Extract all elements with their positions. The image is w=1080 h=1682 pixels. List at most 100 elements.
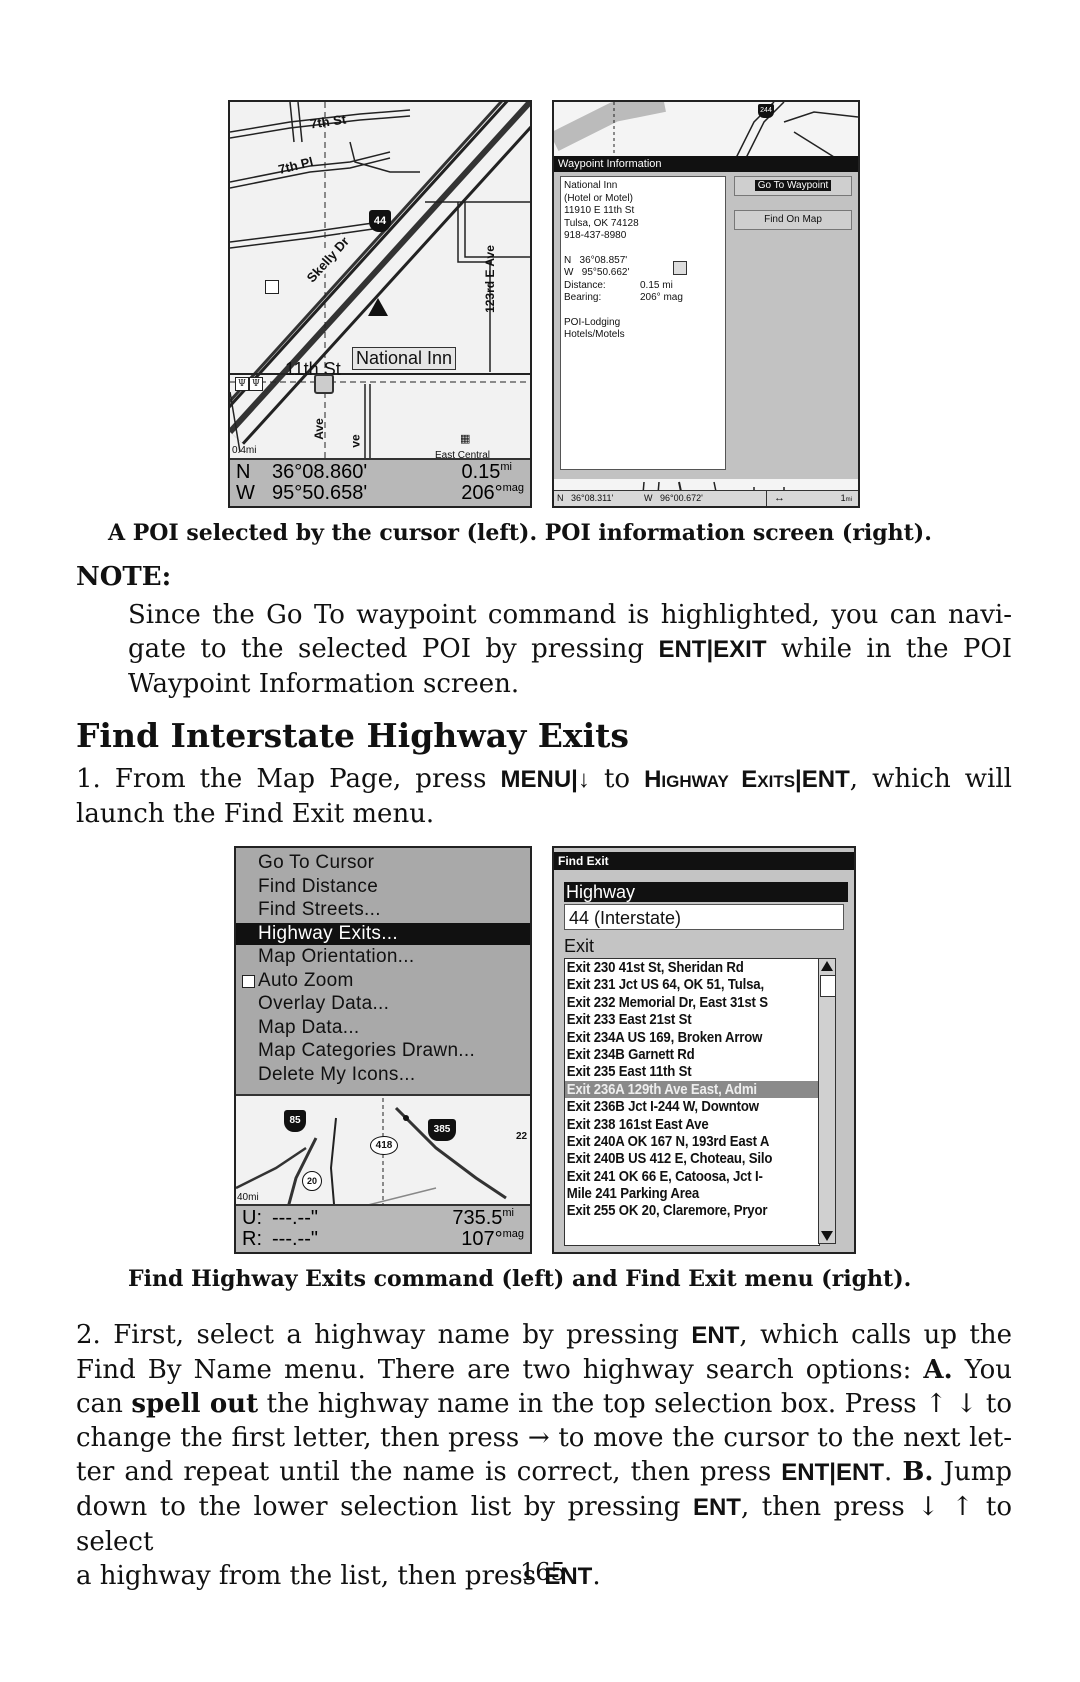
state-route-shield-icon: 418 bbox=[370, 1136, 398, 1155]
step2-text-part: 2. First, select a highway name by press… bbox=[76, 1320, 692, 1350]
scroll-down-icon[interactable] bbox=[821, 1231, 833, 1241]
key-menu-down: MENU|↓ bbox=[500, 766, 590, 793]
exit-list-item[interactable]: Exit 238 161st East Ave bbox=[565, 1116, 819, 1133]
key-ent: ENT bbox=[692, 1494, 741, 1521]
cursor-readout: U: ---.--" 735.5mi R: ---.--" 107°mag bbox=[236, 1204, 530, 1252]
interstate-shield-icon: 385 bbox=[428, 1119, 456, 1141]
menu-label: Find Streets... bbox=[258, 899, 381, 920]
shield-number: 385 bbox=[433, 1124, 451, 1135]
exit-list-item[interactable]: Exit 231 Jct US 64, OK 51, Tulsa, bbox=[565, 976, 819, 993]
step2-line-5: ter and repeat until the name is correct… bbox=[76, 1455, 1012, 1490]
street-label-ave: Ave bbox=[311, 418, 326, 440]
map-page-menu: Go To Cursor Find Distance Find Streets.… bbox=[236, 848, 530, 1096]
step2-line-6: down to the lower selection list by pres… bbox=[76, 1490, 1012, 1559]
bearing-readout: 107°mag bbox=[461, 1228, 524, 1251]
menu-item-auto-zoom[interactable]: Auto Zoom bbox=[236, 970, 530, 992]
dialog-panel: Waypoint Information National Inn (Hotel… bbox=[554, 156, 858, 479]
exit-list-item[interactable]: Exit 230 41st St, Sheridan Rd bbox=[565, 959, 819, 976]
option-b-label: B. bbox=[902, 1457, 934, 1487]
step2-text-part: Find By Name menu. There are two highway… bbox=[76, 1355, 924, 1385]
exit-list-item[interactable]: Exit 255 OK 20, Claremore, Pryor bbox=[565, 1202, 819, 1219]
menu-item-map-orientation[interactable]: Map Orientation... bbox=[236, 946, 530, 968]
menu-label: Overlay Data... bbox=[258, 993, 390, 1014]
auto-zoom-checkbox[interactable] bbox=[242, 974, 255, 988]
exit-list[interactable]: Exit 230 41st St, Sheridan Rd Exit 231 Jc… bbox=[564, 958, 820, 1246]
menu-item-highway-exits[interactable]: Highway Exits... bbox=[236, 922, 530, 945]
exit-list-item[interactable]: Exit 233 East 21st St bbox=[565, 1011, 819, 1028]
note-line-3: Waypoint Information screen. bbox=[128, 669, 520, 699]
menu-item-map-data[interactable]: Map Data... bbox=[236, 1017, 530, 1039]
menu-item-map-categories-drawn[interactable]: Map Categories Drawn... bbox=[236, 1040, 530, 1062]
restaurant-icon: Ψ bbox=[235, 377, 249, 391]
go-to-waypoint-button[interactable]: Go To Waypoint bbox=[734, 176, 852, 196]
exit-list-item[interactable]: Mile 241 Parking Area bbox=[565, 1185, 819, 1202]
page-number: 165 bbox=[520, 1558, 566, 1586]
status-longitude: W 96°00.672' bbox=[644, 493, 703, 503]
step2-text-part: a highway from the list, then press bbox=[76, 1561, 545, 1591]
distance-readout: 0.15mi bbox=[461, 461, 512, 484]
scrollbar-thumb[interactable] bbox=[820, 975, 836, 997]
exit-list-item[interactable]: Exit 236B Jct I-244 W, Downtow bbox=[565, 1098, 819, 1115]
step2-line-3: can spell out the highway name in the to… bbox=[76, 1387, 1012, 1421]
poi-name: National Inn bbox=[564, 180, 618, 191]
key-highway-exits-ent: Highway Exits|ENT bbox=[644, 766, 850, 793]
exit-list-item[interactable]: Exit 235 East 11th St bbox=[565, 1063, 819, 1080]
find-exit-title: Find Exit bbox=[554, 852, 854, 870]
lodging-cursor-icon[interactable] bbox=[314, 374, 334, 394]
lat-prefix: N bbox=[236, 461, 251, 483]
waypoint-info-screen: 244 Waypoint Information National Inn (H… bbox=[552, 100, 860, 508]
highway-input[interactable]: 44 (Interstate) bbox=[564, 904, 844, 930]
bearing-readout: 206°mag bbox=[461, 482, 524, 505]
key-ent-exit: ENT|EXIT bbox=[658, 636, 767, 663]
save-disk-icon[interactable] bbox=[673, 261, 687, 275]
step2-text-part: . bbox=[592, 1561, 601, 1591]
menu-item-delete-my-icons[interactable]: Delete My Icons... bbox=[236, 1064, 530, 1086]
step2-text-part: down to the lower selection list by pres… bbox=[76, 1492, 693, 1522]
state-route-shield-icon: 22 bbox=[516, 1131, 527, 1142]
bearing-unit: mag bbox=[502, 1228, 524, 1240]
waypoint-square-icon bbox=[265, 280, 279, 294]
scroll-up-icon[interactable] bbox=[821, 961, 833, 971]
exit-list-item[interactable]: Exit 234B Garnett Rd bbox=[565, 1046, 819, 1063]
section-heading: Find Interstate Highway Exits bbox=[76, 716, 629, 755]
step2-text-part: can bbox=[76, 1389, 132, 1419]
exit-list-item[interactable]: Exit 240B US 412 E, Choteau, Silo bbox=[565, 1150, 819, 1167]
option-a-label: A. bbox=[923, 1355, 953, 1385]
exit-list-item[interactable]: Exit 241 OK 66 E, Catoosa, Jct I- bbox=[565, 1168, 819, 1185]
find-exit-screen: Find Exit Highway 44 (Interstate) Exit E… bbox=[552, 846, 856, 1254]
street-label-123rd-e-ave: 123rd E Ave bbox=[482, 245, 497, 313]
poi-label-national-inn[interactable]: National Inn bbox=[352, 347, 457, 370]
bearing-value: 206° mag bbox=[640, 292, 683, 303]
bearing-unit: mag bbox=[502, 482, 524, 494]
go-to-waypoint-label: Go To Waypoint bbox=[754, 180, 832, 191]
step2-line-2: Find By Name menu. There are two highway… bbox=[76, 1353, 1012, 1387]
r-value: ---.--" bbox=[272, 1228, 318, 1250]
menu-label: Map Data... bbox=[258, 1016, 360, 1038]
exit-label: Exit bbox=[564, 936, 595, 956]
find-on-map-button[interactable]: Find On Map bbox=[734, 210, 852, 230]
find-on-map-label: Find On Map bbox=[764, 214, 822, 225]
exit-list-scrollbar[interactable] bbox=[818, 958, 836, 1244]
exit-list-item[interactable]: Exit 232 Memorial Dr, East 31st S bbox=[565, 994, 819, 1011]
note-line-1: Since the Go To waypoint command is high… bbox=[128, 600, 1012, 630]
exit-list-item[interactable]: Exit 240A OK 167 N, 193rd East A bbox=[565, 1133, 819, 1150]
menu-item-go-to-cursor[interactable]: Go To Cursor bbox=[236, 852, 530, 874]
step2-text: 2. First, select a highway name by press… bbox=[76, 1318, 1012, 1594]
exit-list-item[interactable]: Exit 234A US 169, Broken Arrow bbox=[565, 1029, 819, 1046]
menu-item-find-distance[interactable]: Find Distance bbox=[236, 876, 530, 898]
menu-label: Find Distance bbox=[258, 875, 379, 897]
lon-prefix: W bbox=[236, 482, 255, 504]
position-readout: N 36°08.860' 0.15mi W 95°50.658' 206°mag bbox=[230, 458, 530, 506]
menu-item-find-streets[interactable]: Find Streets... bbox=[236, 899, 530, 921]
step2-line-1: 2. First, select a highway name by press… bbox=[76, 1318, 1012, 1353]
pan-arrow-icon: ↔ bbox=[774, 492, 785, 504]
bearing-value: 206° bbox=[461, 482, 503, 504]
exit-list-item[interactable]: Exit 236A 129th Ave East, Admi bbox=[565, 1080, 819, 1099]
map-menu-screen: Go To Cursor Find Distance Find Streets.… bbox=[234, 846, 532, 1254]
status-bar: N 36°08.311' W 96°00.672' ↔ 1mi bbox=[554, 490, 858, 506]
menu-item-overlay-data[interactable]: Overlay Data... bbox=[236, 993, 530, 1015]
step1-text-part: to bbox=[589, 764, 645, 794]
menu-label: Highway Exits... bbox=[258, 922, 398, 944]
note-line-2: gate to the selected POI by pressing ENT… bbox=[128, 632, 1012, 667]
step2-text-part: the highway name in the top selection bo… bbox=[258, 1389, 1012, 1419]
